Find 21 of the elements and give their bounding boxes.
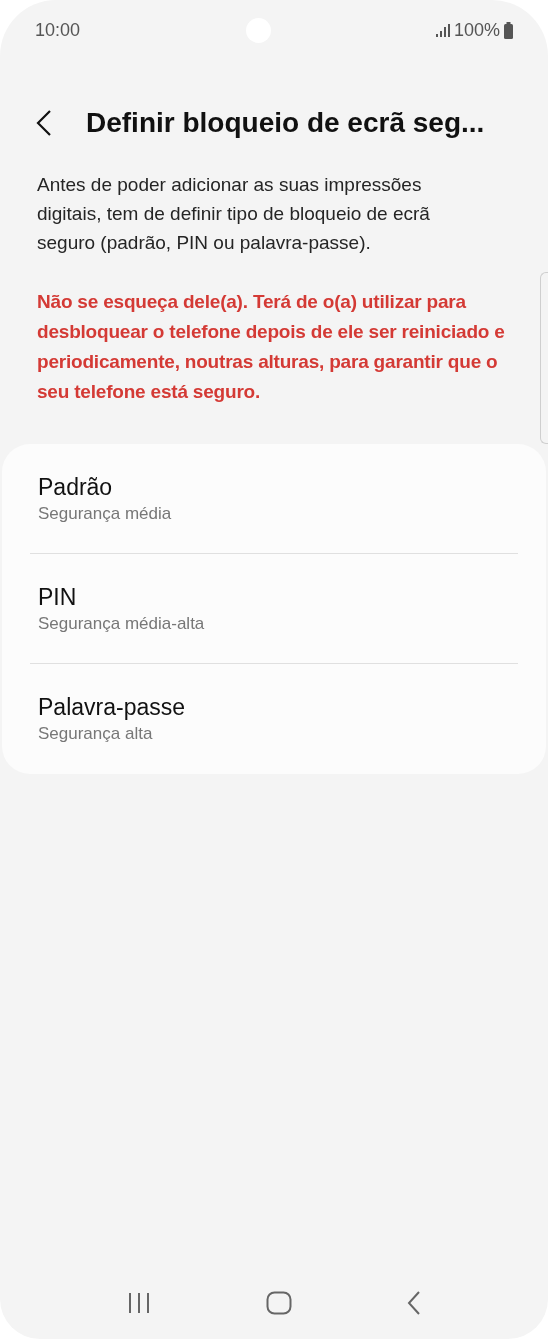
lock-option[interactable]: Padrão Segurança média	[30, 444, 518, 554]
signal-icon	[435, 23, 450, 37]
description-text: Antes de poder adicionar as suas impressões digitais, tem de definir tipo de bloqueio de ecrã seguro (padrão, PIN ou palavra-passe).	[37, 173, 431, 255]
battery-icon	[504, 21, 513, 39]
option-title: PIN	[38, 582, 78, 612]
option-subtitle: Segurança alta	[38, 723, 154, 745]
back-nav-icon[interactable]	[406, 1291, 421, 1315]
battery-level: 100%	[453, 18, 500, 42]
option-title: Padrão	[38, 472, 114, 502]
warning-text: Não se esqueça dele(a). Terá de o(a) utilizar para desbloquear o telefone depois de ele ser reiniciado e periodicamente, noutras alturas, para garantir que o seu telefone está seguro.	[37, 290, 506, 404]
page-title: Definir bloqueio de ecrã seg...	[86, 106, 485, 140]
home-icon[interactable]	[266, 1291, 292, 1315]
option-title: Palavra-passe	[38, 693, 187, 722]
status-time: 10:00	[35, 18, 81, 42]
back-icon	[36, 109, 52, 137]
scrollbar[interactable]	[540, 272, 548, 444]
recent-apps-icon[interactable]	[127, 1293, 152, 1313]
lock-option[interactable]: Palavra-passe Segurança alta	[30, 664, 518, 774]
option-subtitle: Segurança média-alta	[38, 612, 206, 635]
option-subtitle: Segurança média	[38, 502, 173, 525]
lock-option[interactable]: PIN Segurança média-alta	[30, 554, 518, 664]
